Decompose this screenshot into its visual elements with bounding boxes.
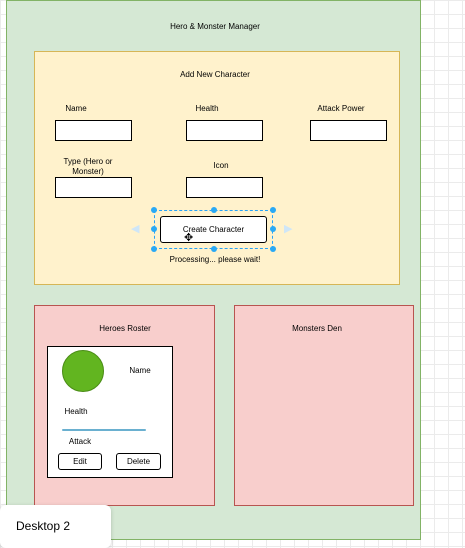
icon-input[interactable] — [186, 177, 263, 198]
resize-handle-bottom-right[interactable] — [270, 246, 276, 252]
resize-handle-bottom-left[interactable] — [151, 246, 157, 252]
hero-avatar — [62, 350, 104, 392]
manager-title: Hero & Monster Manager — [170, 22, 260, 31]
type-label: Type (Hero or Monster) — [63, 157, 113, 176]
monsters-den-title: Monsters Den — [292, 324, 342, 333]
resize-handle-top[interactable] — [211, 207, 217, 213]
resize-handle-left[interactable] — [151, 226, 157, 232]
hero-name-label: Name — [129, 366, 151, 375]
health-label: Health — [195, 104, 219, 113]
connect-arrow-left-icon[interactable]: ◀ — [131, 224, 139, 235]
name-input[interactable] — [55, 120, 132, 141]
resize-handle-right[interactable] — [270, 226, 276, 232]
edit-button[interactable]: Edit — [58, 453, 102, 470]
icon-label: Icon — [213, 161, 229, 170]
resize-handle-top-right[interactable] — [270, 207, 276, 213]
status-text: Processing... please wait! — [169, 255, 261, 264]
connect-arrow-right-icon[interactable]: ▶ — [284, 224, 292, 235]
delete-button[interactable]: Delete — [116, 453, 161, 470]
resize-handle-top-left[interactable] — [151, 207, 157, 213]
move-cursor-icon: ✥ — [184, 232, 194, 244]
page-label-desktop-2[interactable]: Desktop 2 — [0, 505, 111, 548]
type-input[interactable] — [55, 177, 132, 198]
hero-health-bar — [62, 429, 146, 431]
resize-handle-bottom[interactable] — [211, 246, 217, 252]
create-character-button[interactable]: Create Character — [160, 216, 267, 243]
heroes-roster-title: Heroes Roster — [99, 324, 151, 333]
hero-health-label: Health — [64, 407, 88, 416]
attack-power-input[interactable] — [310, 120, 387, 141]
name-label: Name — [65, 104, 87, 113]
add-character-title: Add New Character — [180, 70, 250, 79]
attack-power-label: Attack Power — [317, 104, 365, 113]
monsters-den-panel[interactable] — [234, 305, 414, 506]
hero-attack-label: Attack — [68, 437, 92, 446]
health-input[interactable] — [186, 120, 263, 141]
